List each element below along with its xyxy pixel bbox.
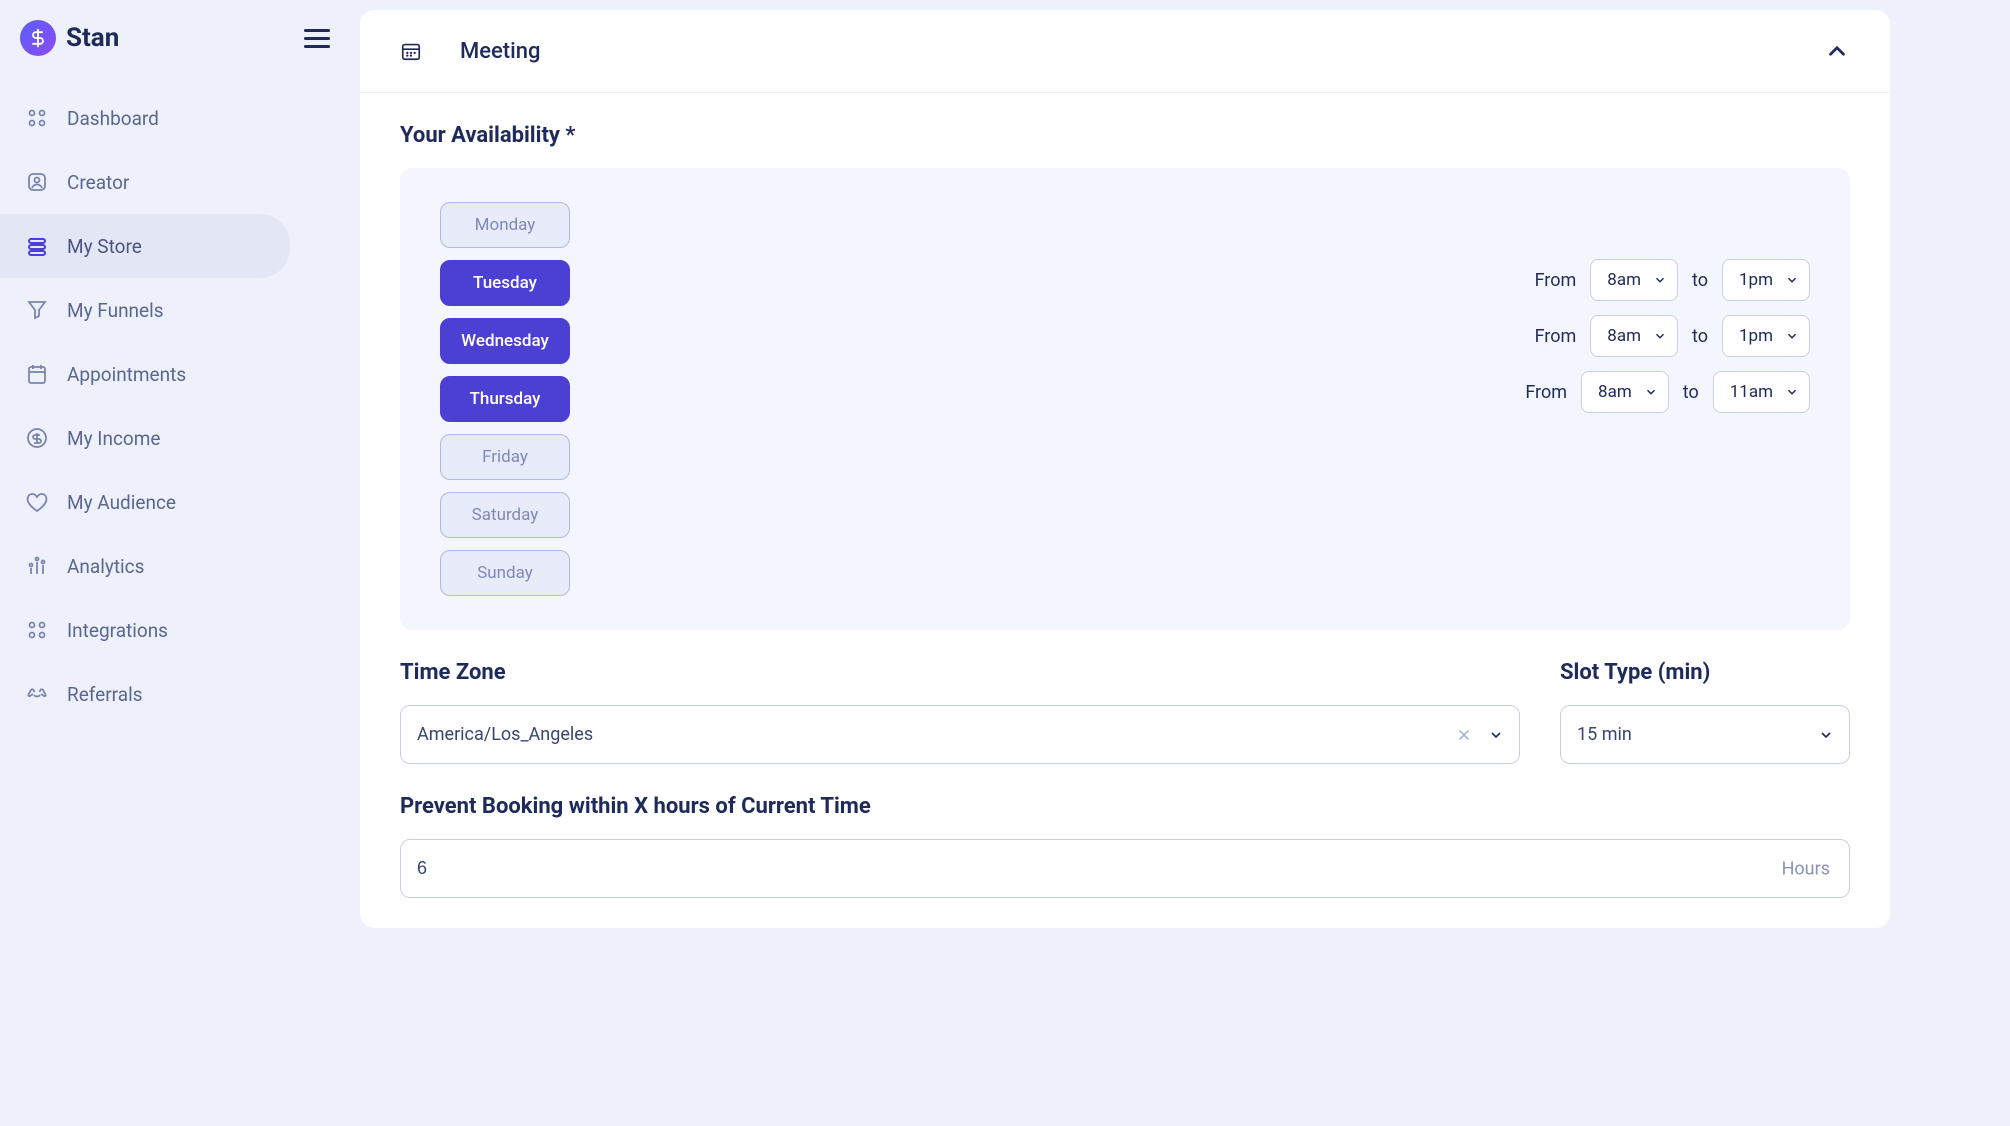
slot-type-select[interactable]: 15 min — [1560, 705, 1850, 764]
sidebar-item-my-store[interactable]: My Store — [0, 214, 290, 278]
appointments-icon — [25, 362, 49, 386]
clear-icon[interactable] — [1456, 727, 1472, 743]
card-header[interactable]: Meeting — [360, 10, 1890, 93]
sidebar-item-my-income[interactable]: My Income — [0, 406, 290, 470]
to-select-tuesday[interactable]: 1pm — [1722, 259, 1810, 301]
sidebar-item-label: My Funnels — [67, 299, 164, 322]
to-select-wednesday[interactable]: 1pm — [1722, 315, 1810, 357]
from-label: From — [1525, 382, 1567, 403]
meeting-card: Meeting Your Availability * Monday Tuesd… — [360, 10, 1890, 928]
prevent-booking-input[interactable] — [400, 839, 1850, 898]
timezone-select[interactable]: America/Los_Angeles — [400, 705, 1520, 764]
chevron-up-icon[interactable] — [1824, 38, 1850, 64]
sidebar-item-integrations[interactable]: Integrations — [0, 598, 290, 662]
logo-row: Stan — [0, 20, 360, 86]
to-label: to — [1683, 382, 1699, 403]
prevent-booking-label: Prevent Booking within X hours of Curren… — [400, 794, 1850, 819]
calendar-icon — [400, 40, 422, 62]
menu-toggle-icon[interactable] — [304, 29, 330, 48]
chevron-down-icon — [1644, 385, 1658, 399]
integrations-icon — [25, 618, 49, 642]
logo-icon — [20, 20, 56, 56]
sidebar-item-referrals[interactable]: Referrals — [0, 662, 290, 726]
dashboard-icon — [25, 106, 49, 130]
chevron-down-icon — [1785, 329, 1799, 343]
day-column: Monday Tuesday Wednesday Thursday Friday… — [440, 202, 570, 596]
day-btn-sunday[interactable]: Sunday — [440, 550, 570, 596]
chevron-down-icon[interactable] — [1488, 727, 1504, 743]
sidebar-item-label: Analytics — [67, 555, 144, 578]
sidebar-item-creator[interactable]: Creator — [0, 150, 290, 214]
day-btn-friday[interactable]: Friday — [440, 434, 570, 480]
hours-suffix: Hours — [1782, 858, 1830, 879]
referrals-icon — [25, 682, 49, 706]
logo[interactable]: Stan — [20, 20, 119, 56]
from-select-wednesday[interactable]: 8am — [1590, 315, 1678, 357]
sidebar-item-analytics[interactable]: Analytics — [0, 534, 290, 598]
sidebar-item-label: My Income — [67, 427, 160, 450]
sidebar-item-label: Creator — [67, 171, 129, 194]
chevron-down-icon — [1653, 273, 1667, 287]
sidebar: Stan Dashboard Creator My Store — [0, 0, 360, 1126]
sidebar-item-my-funnels[interactable]: My Funnels — [0, 278, 290, 342]
day-btn-wednesday[interactable]: Wednesday — [440, 318, 570, 364]
time-row-thursday: From 8am to 11am — [1525, 370, 1810, 414]
analytics-icon — [25, 554, 49, 578]
day-btn-thursday[interactable]: Thursday — [440, 376, 570, 422]
day-btn-tuesday[interactable]: Tuesday — [440, 260, 570, 306]
time-row-tuesday: From 8am to 1pm — [1535, 258, 1810, 302]
audience-icon — [25, 490, 49, 514]
sidebar-item-label: Dashboard — [67, 107, 159, 130]
from-label: From — [1535, 270, 1577, 291]
chevron-down-icon[interactable] — [1818, 727, 1834, 743]
sidebar-item-label: My Audience — [67, 491, 176, 514]
from-select-thursday[interactable]: 8am — [1581, 371, 1669, 413]
sidebar-item-label: Appointments — [67, 363, 186, 386]
sidebar-item-appointments[interactable]: Appointments — [0, 342, 290, 406]
chevron-down-icon — [1653, 329, 1667, 343]
from-select-tuesday[interactable]: 8am — [1590, 259, 1678, 301]
funnels-icon — [25, 298, 49, 322]
income-icon — [25, 426, 49, 450]
from-label: From — [1535, 326, 1577, 347]
sidebar-item-my-audience[interactable]: My Audience — [0, 470, 290, 534]
card-title: Meeting — [460, 39, 540, 64]
time-column: From 8am to 1pm Fro — [610, 202, 1810, 596]
creator-icon — [25, 170, 49, 194]
sidebar-item-label: Referrals — [67, 683, 143, 706]
store-icon — [25, 234, 49, 258]
sidebar-item-dashboard[interactable]: Dashboard — [0, 86, 290, 150]
to-label: to — [1692, 270, 1708, 291]
availability-label: Your Availability * — [400, 123, 1850, 148]
app-name: Stan — [66, 23, 119, 53]
to-label: to — [1692, 326, 1708, 347]
main-content: Meeting Your Availability * Monday Tuesd… — [360, 0, 2010, 1126]
day-btn-saturday[interactable]: Saturday — [440, 492, 570, 538]
to-select-thursday[interactable]: 11am — [1713, 371, 1810, 413]
timezone-label: Time Zone — [400, 660, 1520, 685]
day-btn-monday[interactable]: Monday — [440, 202, 570, 248]
slot-type-label: Slot Type (min) — [1560, 660, 1850, 685]
time-row-wednesday: From 8am to 1pm — [1535, 314, 1810, 358]
availability-box: Monday Tuesday Wednesday Thursday Friday… — [400, 168, 1850, 630]
chevron-down-icon — [1785, 273, 1799, 287]
chevron-down-icon — [1785, 385, 1799, 399]
sidebar-item-label: Integrations — [67, 619, 168, 642]
sidebar-item-label: My Store — [67, 235, 142, 258]
